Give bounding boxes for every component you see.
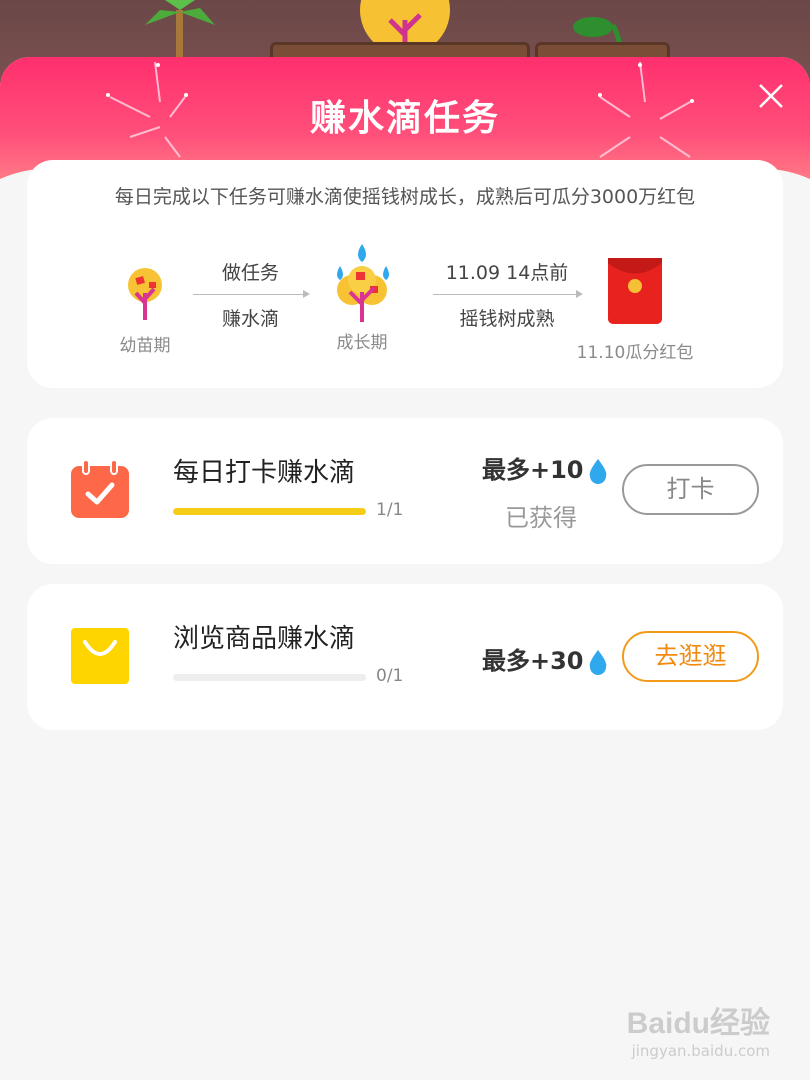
- intro-card: 每日完成以下任务可赚水滴使摇钱树成长，成熟后可瓜分3000万红包 幼苗期 做任务…: [27, 160, 783, 388]
- browse-button[interactable]: 去逛逛: [622, 631, 759, 682]
- calendar-check-icon: [71, 459, 129, 518]
- progress-text: 1/1: [376, 500, 404, 520]
- task-card: 浏览商品赚水滴 0/1 最多+30 去逛逛: [27, 584, 783, 730]
- water-drop-icon: [589, 459, 606, 484]
- check-in-button[interactable]: 打卡: [622, 464, 759, 515]
- progress-bar: [173, 508, 366, 515]
- progress-bar: [173, 674, 366, 681]
- task-title: 浏览商品赚水滴: [173, 624, 356, 654]
- stage-arrow: 做任务 赚水滴: [193, 258, 310, 331]
- stage-label: 11.10瓜分红包: [576, 343, 694, 363]
- stage-arrow: 11.09 14点前 摇钱树成熟: [433, 258, 583, 331]
- close-icon[interactable]: [756, 81, 786, 111]
- stage-sapling: 幼苗期: [100, 265, 190, 356]
- reward-text: 最多+10: [482, 456, 584, 484]
- intro-description: 每日完成以下任务可赚水滴使摇钱树成长，成熟后可瓜分3000万红包: [114, 186, 696, 208]
- arrow-bottom-label: 赚水滴: [221, 308, 279, 330]
- stage-label: 成长期: [336, 333, 388, 353]
- stage-growing: 成长期: [317, 242, 407, 353]
- arrow-top-label: 做任务: [221, 262, 279, 284]
- task-card: 每日打卡赚水滴 1/1 最多+10 已获得 打卡: [27, 418, 783, 564]
- stage-label: 幼苗期: [119, 336, 171, 356]
- reward-text: 最多+30: [482, 647, 584, 675]
- arrow-bottom-label: 摇钱树成熟: [459, 308, 555, 330]
- watermark-url: jingyan.baidu.com: [631, 1042, 770, 1060]
- arrow-top-label: 11.09 14点前: [445, 262, 569, 284]
- growing-tree-icon: [337, 244, 389, 322]
- reward-amount: 最多+30: [482, 641, 608, 676]
- task-title: 每日打卡赚水滴: [173, 458, 356, 488]
- arrow-line: [433, 290, 583, 298]
- watermark-logo: Baidu经验: [626, 1007, 770, 1040]
- watermark: Baidu经验 jingyan.baidu.com: [627, 998, 770, 1060]
- sheet-title: 赚水滴任务: [309, 98, 500, 139]
- reward-amount: 最多+10: [482, 450, 608, 485]
- red-envelope-icon: [608, 258, 662, 324]
- arrow-line: [193, 290, 310, 298]
- stage-red-envelope: 11.10瓜分红包: [565, 258, 705, 363]
- progress-text: 0/1: [376, 666, 404, 686]
- status-obtained: 已获得: [505, 504, 577, 532]
- progress-fill: [173, 508, 366, 515]
- shopping-bag-icon: [71, 628, 129, 684]
- water-drop-icon: [589, 650, 606, 675]
- sapling-icon: [128, 268, 162, 320]
